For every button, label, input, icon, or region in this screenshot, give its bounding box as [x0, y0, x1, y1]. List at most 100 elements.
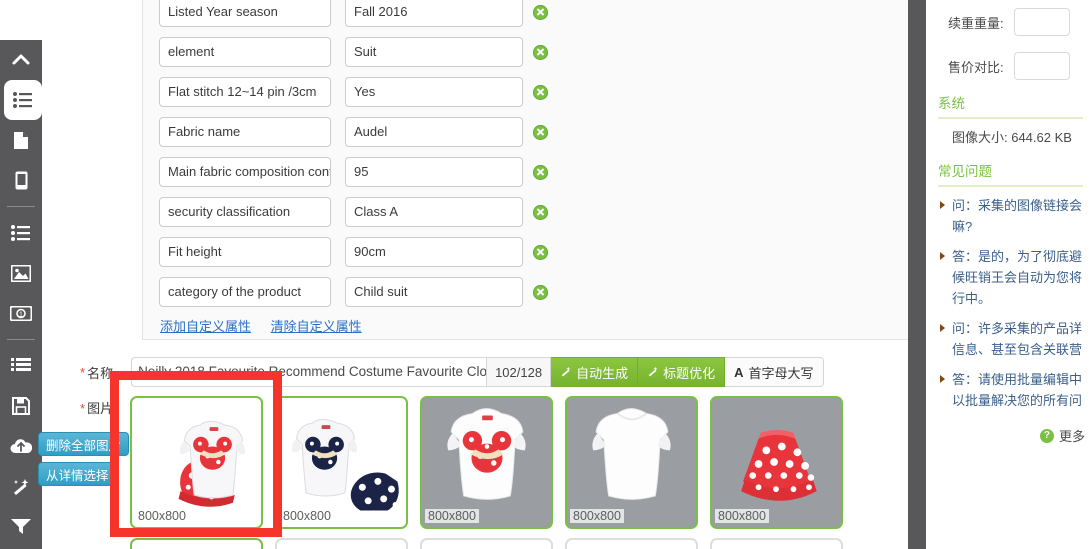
thumbnail-item[interactable]: [565, 538, 698, 549]
attribute-key-input[interactable]: Flat stitch 12~14 pin /3cm: [159, 77, 331, 107]
image-thumbnail-strip: 800x800 800x800 800x800 800x800 800x800: [130, 396, 920, 549]
attribute-links: 添加自定义属性 清除自定义属性: [143, 312, 917, 335]
thumbnail-item[interactable]: 800x800: [565, 396, 698, 529]
price-icon[interactable]: 1: [0, 293, 42, 333]
attribute-value-input[interactable]: Child suit: [345, 277, 523, 307]
delete-attribute-icon[interactable]: [533, 44, 548, 60]
faq-item-text: 答：是的，为了彻底避 候旺销王会自动为您将 行中。: [952, 249, 1083, 306]
faq-item-text: 问：采集的图像链接会 嘛?: [952, 198, 1083, 234]
more-faq-link[interactable]: ? 更多: [926, 420, 1091, 445]
filter-icon[interactable]: [0, 506, 42, 546]
list-icon[interactable]: [4, 80, 42, 120]
title-optimize-button[interactable]: 标题优化: [638, 357, 726, 387]
save-icon[interactable]: [0, 386, 42, 426]
attribute-row: category of the product Child suit: [143, 272, 917, 312]
thumbnail-size-badge: 800x800: [135, 509, 189, 523]
image-size-text: 图像大小: 644.62 KB: [952, 130, 1072, 145]
thumbnail-row-2: [130, 538, 920, 549]
delete-attribute-icon[interactable]: [533, 124, 548, 140]
faq-item[interactable]: 问：采集的图像链接会 嘛?: [926, 195, 1091, 237]
thumbnail-item[interactable]: 800x800: [420, 396, 553, 529]
attribute-value-input[interactable]: Fall 2016: [345, 0, 523, 27]
delete-all-images-button[interactable]: 删除全部图片: [38, 432, 130, 456]
upload-icon[interactable]: [0, 426, 42, 466]
delete-attribute-icon[interactable]: [533, 204, 548, 220]
attribute-row: Fabric name Audel: [143, 112, 917, 152]
capitalize-label: 首字母大写: [748, 365, 814, 381]
attribute-row: element Suit: [143, 32, 917, 72]
app-screen: 1 Listed Year season Fall 2016 element S…: [0, 0, 1091, 549]
attribute-value-input[interactable]: Suit: [345, 37, 523, 67]
thumbnail-item[interactable]: 800x800: [275, 396, 408, 529]
magic-wand-icon[interactable]: [0, 466, 42, 506]
attribute-row: Fit height 90cm: [143, 232, 917, 272]
delete-attribute-icon[interactable]: [533, 284, 548, 300]
delete-attribute-icon[interactable]: [533, 4, 548, 20]
right-sidebar: 续重重量: 售价对比: 系统 图像大小: 644.62 KB 常见问题 问：采集…: [926, 0, 1091, 549]
mobile-icon[interactable]: [0, 160, 42, 200]
attribute-key-input[interactable]: security classification: [159, 197, 331, 227]
question-mark-icon: ?: [1039, 428, 1054, 443]
rail-divider-1: [7, 206, 35, 207]
attribute-key-input[interactable]: element: [159, 37, 331, 67]
product-title-input[interactable]: Neilly 2018 Favourite Recommend Costume …: [131, 357, 488, 387]
custom-attributes-panel: Listed Year season Fall 2016 element Sui…: [142, 0, 918, 340]
attribute-row: security classification Class A: [143, 192, 917, 232]
thumbnail-item[interactable]: 800x800: [130, 396, 263, 529]
faq-item-text: 问：许多采集的产品详 信息、甚至包含关联营: [952, 321, 1083, 357]
rail-top-notch: [0, 0, 42, 40]
delete-attribute-icon[interactable]: [533, 84, 548, 100]
attribute-key-input[interactable]: Fit height: [159, 237, 331, 267]
thumbnail-item[interactable]: [130, 538, 263, 549]
thumbnail-item[interactable]: [275, 538, 408, 549]
triangle-right-icon: [940, 375, 945, 383]
list2-icon[interactable]: [0, 213, 42, 253]
price-compare-input[interactable]: [1013, 52, 1070, 80]
attribute-value-input[interactable]: Audel: [345, 117, 523, 147]
capitalize-button[interactable]: A 首字母大写: [725, 357, 824, 387]
image-icon[interactable]: [0, 253, 42, 293]
attribute-value-input[interactable]: 90cm: [345, 237, 523, 267]
right-dark-rail[interactable]: [908, 0, 926, 549]
extra-weight-field-row: 续重重量:: [926, 0, 1091, 44]
required-marker: *: [80, 401, 86, 416]
left-icon-rail: 1: [0, 40, 42, 549]
delete-attribute-icon[interactable]: [533, 244, 548, 260]
required-marker: *: [80, 364, 86, 380]
extra-weight-label: 续重重量:: [948, 15, 1004, 31]
pick-from-detail-button[interactable]: 从详情选择: [38, 462, 117, 486]
attribute-key-input[interactable]: category of the product: [159, 277, 331, 307]
clear-custom-attribute-link[interactable]: 清除自定义属性: [271, 319, 362, 334]
delete-attribute-icon[interactable]: [533, 164, 548, 180]
attribute-row: Flat stitch 12~14 pin /3cm Yes: [143, 72, 917, 112]
capitalize-letter-icon: A: [734, 364, 744, 380]
attribute-row: Main fabric composition conte 95: [143, 152, 917, 192]
product-name-label: 名称: [87, 365, 114, 381]
document-icon[interactable]: [0, 120, 42, 160]
attribute-key-input[interactable]: Fabric name: [159, 117, 331, 147]
faq-item[interactable]: 答：是的，为了彻底避 候旺销王会自动为您将 行中。: [926, 246, 1091, 309]
auto-generate-button[interactable]: 自动生成: [551, 357, 639, 387]
thumbnail-item[interactable]: 800x800: [710, 396, 843, 529]
collapse-up-icon[interactable]: [0, 40, 42, 80]
more-faq-label: 更多: [1058, 429, 1085, 444]
thumbnail-size-badge: 800x800: [715, 509, 769, 523]
attribute-key-input[interactable]: Listed Year season: [159, 0, 331, 27]
extra-weight-input[interactable]: [1013, 8, 1070, 36]
auto-generate-label: 自动生成: [576, 365, 629, 381]
add-custom-attribute-link[interactable]: 添加自定义属性: [160, 319, 251, 334]
thumbnail-item[interactable]: [710, 538, 843, 549]
attribute-row: Listed Year season Fall 2016: [143, 0, 917, 32]
faq-item-text: 答：请使用批量编辑中 以批量解决您的所有问: [952, 372, 1083, 408]
thumbnail-item[interactable]: [420, 538, 553, 549]
rows-icon[interactable]: [0, 346, 42, 386]
system-section-heading: 系统: [938, 96, 965, 111]
faq-item[interactable]: 问：许多采集的产品详 信息、甚至包含关联营: [926, 318, 1091, 360]
attribute-value-input[interactable]: 95: [345, 157, 523, 187]
image-section-label-wrap: * 图片: [80, 398, 113, 417]
faq-item[interactable]: 答：请使用批量编辑中 以批量解决您的所有问: [926, 369, 1091, 411]
attribute-key-input[interactable]: Main fabric composition conte: [159, 157, 331, 187]
attribute-value-input[interactable]: Yes: [345, 77, 523, 107]
attribute-value-input[interactable]: Class A: [345, 197, 523, 227]
thumbnail-row-1: 800x800 800x800 800x800 800x800 800x800: [130, 396, 920, 529]
